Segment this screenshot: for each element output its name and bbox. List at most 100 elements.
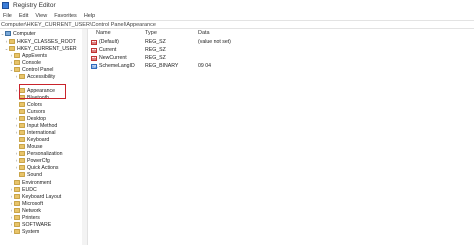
tree-item[interactable]: Colors xyxy=(14,101,42,108)
value-type: REG_SZ xyxy=(145,39,166,45)
key-tree: ⌄ Computer › HKEY_CLASSES_ROOT ⌄ HKEY_CURRENT… xyxy=(0,29,88,245)
tree-item-label: Control Panel xyxy=(22,66,54,73)
value-type: REG_SZ xyxy=(145,47,166,53)
title-bar: Registry Editor xyxy=(0,0,474,11)
menu-edit[interactable]: Edit xyxy=(19,13,28,19)
tree-item[interactable]: › AppEvents xyxy=(9,52,47,59)
value-type: REG_BINARY xyxy=(145,63,179,69)
tree-item-label: Mouse xyxy=(27,143,43,150)
value-row[interactable]: ab (Default) REG_SZ (value not set) xyxy=(88,38,474,46)
tree-item-label: Microsoft xyxy=(22,200,44,207)
folder-icon xyxy=(14,229,20,234)
menu-bar: File Edit View Favorites Help xyxy=(0,11,474,20)
value-name: SchemeLangID xyxy=(99,63,135,69)
address-bar[interactable]: Computer\HKEY_CURRENT_USER\Control Panel… xyxy=(0,20,474,29)
value-name: (Default) xyxy=(99,39,119,45)
appearance-highlight-box xyxy=(19,84,66,99)
column-header-type[interactable]: Type xyxy=(145,30,157,36)
tree-item-label: HKEY_CLASSES_ROOT xyxy=(17,38,76,45)
folder-icon xyxy=(19,116,25,121)
tree-item-label: Cursors xyxy=(27,108,46,115)
tree-item[interactable]: Cursors xyxy=(14,108,45,115)
value-row[interactable]: ab Current REG_SZ xyxy=(88,46,474,54)
registry-editor-icon xyxy=(2,2,9,9)
tree-scrollbar[interactable] xyxy=(82,29,87,245)
tree-item[interactable]: › Console xyxy=(9,59,41,66)
tree-item-label: Keyboard xyxy=(27,136,50,143)
tree-item-label: AppEvents xyxy=(22,52,48,59)
tree-item[interactable]: Mouse xyxy=(14,143,43,150)
folder-icon xyxy=(9,46,15,51)
tree-item[interactable]: › International xyxy=(14,129,56,136)
tree-item-label: Colors xyxy=(27,101,42,108)
folder-icon xyxy=(19,158,25,163)
value-data: (value not set) xyxy=(198,39,231,45)
folder-icon xyxy=(14,53,20,58)
tree-item[interactable]: ⌄ Computer xyxy=(0,30,36,37)
folder-icon xyxy=(14,201,20,206)
tree-item[interactable]: ⌄ HKEY_CURRENT_USER xyxy=(4,45,77,52)
tree-item-label: Network xyxy=(22,207,42,214)
string-value-icon: ab xyxy=(91,47,97,53)
tree-item[interactable]: › HKEY_CLASSES_ROOT xyxy=(4,38,76,45)
tree-item-label: Personalization xyxy=(27,150,63,157)
registry-editor-window: Registry Editor File Edit View Favorites… xyxy=(0,0,474,245)
folder-icon xyxy=(14,187,20,192)
tree-item[interactable]: › Desktop xyxy=(14,115,46,122)
computer-icon xyxy=(5,31,11,36)
tree-item[interactable]: › Personalization xyxy=(14,150,63,157)
tree-item[interactable]: › SOFTWARE xyxy=(9,221,51,228)
menu-help[interactable]: Help xyxy=(84,13,95,19)
tree-item-label: PowerCfg xyxy=(27,157,50,164)
tree-item[interactable]: › EUDC xyxy=(9,186,37,193)
tree-item[interactable]: Sound xyxy=(14,171,42,178)
value-row[interactable]: ab NewCurrent REG_SZ xyxy=(88,54,474,62)
folder-icon xyxy=(14,194,20,199)
tree-item-label: Accessibility xyxy=(27,73,56,80)
tree-item[interactable]: Keyboard xyxy=(14,136,49,143)
values-pane: Name Type Data ab (Default) REG_SZ (value n… xyxy=(88,29,474,245)
folder-icon xyxy=(19,74,25,79)
value-row[interactable]: 011 SchemeLangID REG_BINARY 09 04 xyxy=(88,62,474,70)
tree-item-label: SOFTWARE xyxy=(22,221,52,228)
tree-item[interactable]: › Keyboard Layout xyxy=(9,193,61,200)
folder-icon xyxy=(19,144,25,149)
folder-icon xyxy=(19,172,25,177)
tree-item[interactable]: › Network xyxy=(9,207,41,214)
folder-icon xyxy=(14,60,20,65)
tree-item-label: Environment xyxy=(22,179,52,186)
window-title: Registry Editor xyxy=(13,2,56,9)
folder-icon xyxy=(19,151,25,156)
value-data: 09 04 xyxy=(198,63,211,69)
folder-icon xyxy=(14,180,20,185)
menu-file[interactable]: File xyxy=(3,13,12,19)
tree-item-label: Keyboard Layout xyxy=(22,193,62,200)
value-name: Current xyxy=(99,47,117,53)
folder-icon xyxy=(14,222,20,227)
tree-item[interactable]: › Accessibility xyxy=(14,73,56,80)
tree-item[interactable]: Environment xyxy=(9,179,51,186)
binary-value-icon: 011 xyxy=(91,63,98,69)
column-header-name[interactable]: Name xyxy=(96,30,111,36)
menu-favorites[interactable]: Favorites xyxy=(54,13,77,19)
value-type: REG_SZ xyxy=(145,55,166,61)
tree-item-label: International xyxy=(27,129,56,136)
tree-item[interactable]: › Printers xyxy=(9,214,40,221)
tree-item[interactable]: › PowerCfg xyxy=(14,157,50,164)
tree-item-label: Input Method xyxy=(27,122,58,129)
tree-item[interactable]: › Quick Actions xyxy=(14,164,59,171)
tree-item-label: Quick Actions xyxy=(27,164,59,171)
tree-item-label: EUDC xyxy=(22,186,37,193)
folder-icon xyxy=(14,67,20,72)
string-value-icon: ab xyxy=(91,39,97,45)
tree-item-label: Sound xyxy=(27,171,43,178)
menu-view[interactable]: View xyxy=(35,13,47,19)
folder-icon xyxy=(19,102,25,107)
tree-item-label: Computer xyxy=(13,30,36,37)
tree-item[interactable]: ⌄ Control Panel xyxy=(9,66,54,73)
tree-item[interactable]: › System xyxy=(9,228,40,235)
tree-item[interactable]: › Input Method xyxy=(14,122,58,129)
tree-item[interactable]: › Microsoft xyxy=(9,200,43,207)
column-header-data[interactable]: Data xyxy=(198,30,210,36)
folder-icon xyxy=(19,109,25,114)
